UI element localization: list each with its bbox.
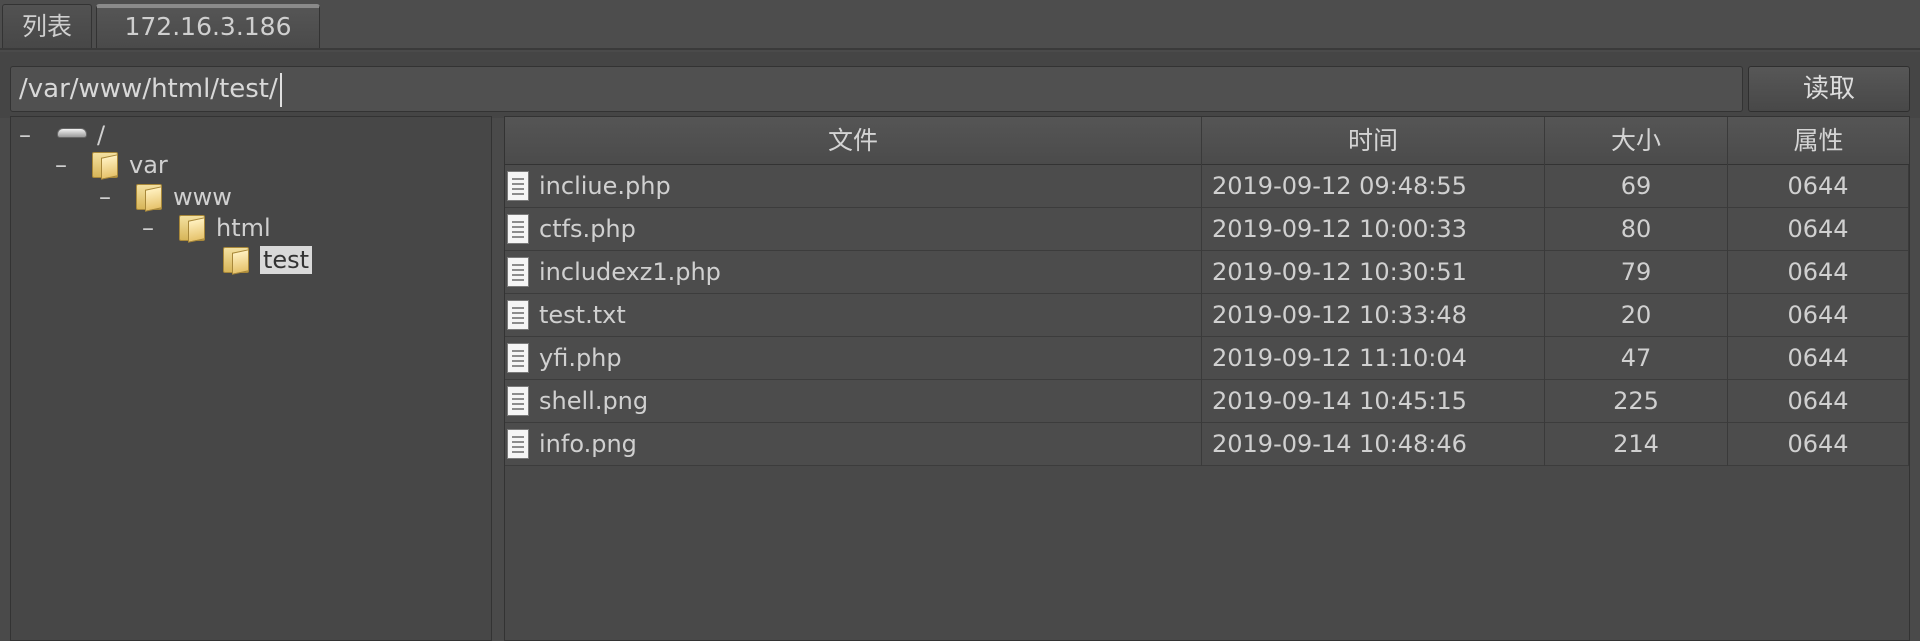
file-name: incliue.php bbox=[539, 172, 671, 200]
file-table: 文件 时间 大小 属性 incliue.php 2019-09-12 09:48… bbox=[504, 116, 1910, 641]
folder-icon bbox=[91, 150, 119, 180]
file-icon bbox=[507, 300, 529, 330]
table-row[interactable]: info.png 2019-09-14 10:48:46 214 0644 bbox=[505, 423, 1909, 466]
cell-time: 2019-09-14 10:48:46 bbox=[1202, 423, 1545, 466]
tree-node-html[interactable]: – html bbox=[140, 210, 271, 246]
cell-size: 225 bbox=[1545, 380, 1728, 423]
table-row[interactable]: shell.png 2019-09-14 10:45:15 225 0644 bbox=[505, 380, 1909, 423]
tab-list[interactable]: 列表 bbox=[2, 4, 92, 48]
table-row[interactable]: ctfs.php 2019-09-12 10:00:33 80 0644 bbox=[505, 208, 1909, 251]
collapse-icon[interactable]: – bbox=[97, 179, 113, 215]
column-header-attr[interactable]: 属性 bbox=[1728, 117, 1909, 165]
cell-size: 47 bbox=[1545, 337, 1728, 380]
cell-name: incliue.php bbox=[505, 165, 1202, 208]
tree-node-label: html bbox=[216, 214, 271, 242]
table-row[interactable]: yfi.php 2019-09-12 11:10:04 47 0644 bbox=[505, 337, 1909, 380]
table-header: 文件 时间 大小 属性 bbox=[505, 117, 1909, 165]
cell-size: 20 bbox=[1545, 294, 1728, 337]
cell-time: 2019-09-12 09:48:55 bbox=[1202, 165, 1545, 208]
cell-attr: 0644 bbox=[1728, 380, 1909, 423]
path-input[interactable]: /var/www/html/test/ bbox=[10, 66, 1743, 112]
column-header-size[interactable]: 大小 bbox=[1545, 117, 1728, 165]
path-toolbar: /var/www/html/test/ 读取 bbox=[0, 52, 1920, 118]
tree-node-label-selected: test bbox=[260, 246, 313, 274]
cell-size: 214 bbox=[1545, 423, 1728, 466]
cell-attr: 0644 bbox=[1728, 423, 1909, 466]
cell-attr: 0644 bbox=[1728, 251, 1909, 294]
path-value: /var/www/html/test/ bbox=[19, 74, 278, 104]
cell-attr: 0644 bbox=[1728, 294, 1909, 337]
file-icon bbox=[507, 214, 529, 244]
collapse-icon[interactable]: – bbox=[53, 147, 69, 183]
cell-time: 2019-09-12 10:00:33 bbox=[1202, 208, 1545, 251]
file-icon bbox=[507, 257, 529, 287]
file-icon bbox=[507, 171, 529, 201]
table-row[interactable]: includexz1.php 2019-09-12 10:30:51 79 06… bbox=[505, 251, 1909, 294]
file-name: yfi.php bbox=[539, 344, 622, 372]
cell-size: 79 bbox=[1545, 251, 1728, 294]
collapse-icon[interactable]: – bbox=[17, 117, 33, 153]
read-button[interactable]: 读取 bbox=[1748, 66, 1910, 112]
cell-size: 69 bbox=[1545, 165, 1728, 208]
file-name: test.txt bbox=[539, 301, 626, 329]
directory-tree: – / – var – www – html test bbox=[10, 116, 492, 641]
file-name: info.png bbox=[539, 430, 637, 458]
cell-name: yfi.php bbox=[505, 337, 1202, 380]
file-name: ctfs.php bbox=[539, 215, 636, 243]
cell-time: 2019-09-12 11:10:04 bbox=[1202, 337, 1545, 380]
table-row[interactable]: test.txt 2019-09-12 10:33:48 20 0644 bbox=[505, 294, 1909, 337]
tree-node-label: / bbox=[97, 121, 106, 149]
cell-time: 2019-09-12 10:33:48 bbox=[1202, 294, 1545, 337]
column-header-name[interactable]: 文件 bbox=[505, 117, 1202, 165]
cell-time: 2019-09-12 10:30:51 bbox=[1202, 251, 1545, 294]
folder-icon bbox=[178, 213, 206, 243]
column-header-time[interactable]: 时间 bbox=[1202, 117, 1545, 165]
cell-size: 80 bbox=[1545, 208, 1728, 251]
collapse-icon[interactable]: – bbox=[140, 210, 156, 246]
cell-attr: 0644 bbox=[1728, 337, 1909, 380]
tree-node-label: www bbox=[173, 183, 232, 211]
cell-name: ctfs.php bbox=[505, 208, 1202, 251]
tree-node-label: var bbox=[129, 151, 168, 179]
cell-name: test.txt bbox=[505, 294, 1202, 337]
text-caret bbox=[279, 72, 282, 107]
cell-name: info.png bbox=[505, 423, 1202, 466]
tree-node-var[interactable]: – var bbox=[53, 147, 168, 183]
file-name: includexz1.php bbox=[539, 258, 721, 286]
cell-name: includexz1.php bbox=[505, 251, 1202, 294]
tree-node-test[interactable]: test bbox=[222, 242, 313, 278]
folder-icon bbox=[222, 245, 250, 275]
file-icon bbox=[507, 429, 529, 459]
tab-host[interactable]: 172.16.3.186 bbox=[96, 4, 320, 48]
file-icon bbox=[507, 386, 529, 416]
drive-icon bbox=[55, 125, 89, 141]
cell-attr: 0644 bbox=[1728, 165, 1909, 208]
cell-attr: 0644 bbox=[1728, 208, 1909, 251]
file-name: shell.png bbox=[539, 387, 649, 415]
table-row[interactable]: incliue.php 2019-09-12 09:48:55 69 0644 bbox=[505, 165, 1909, 208]
file-icon bbox=[507, 343, 529, 373]
tab-bar: 列表 172.16.3.186 bbox=[0, 0, 1920, 50]
cell-time: 2019-09-14 10:45:15 bbox=[1202, 380, 1545, 423]
cell-name: shell.png bbox=[505, 380, 1202, 423]
folder-icon bbox=[135, 182, 163, 212]
